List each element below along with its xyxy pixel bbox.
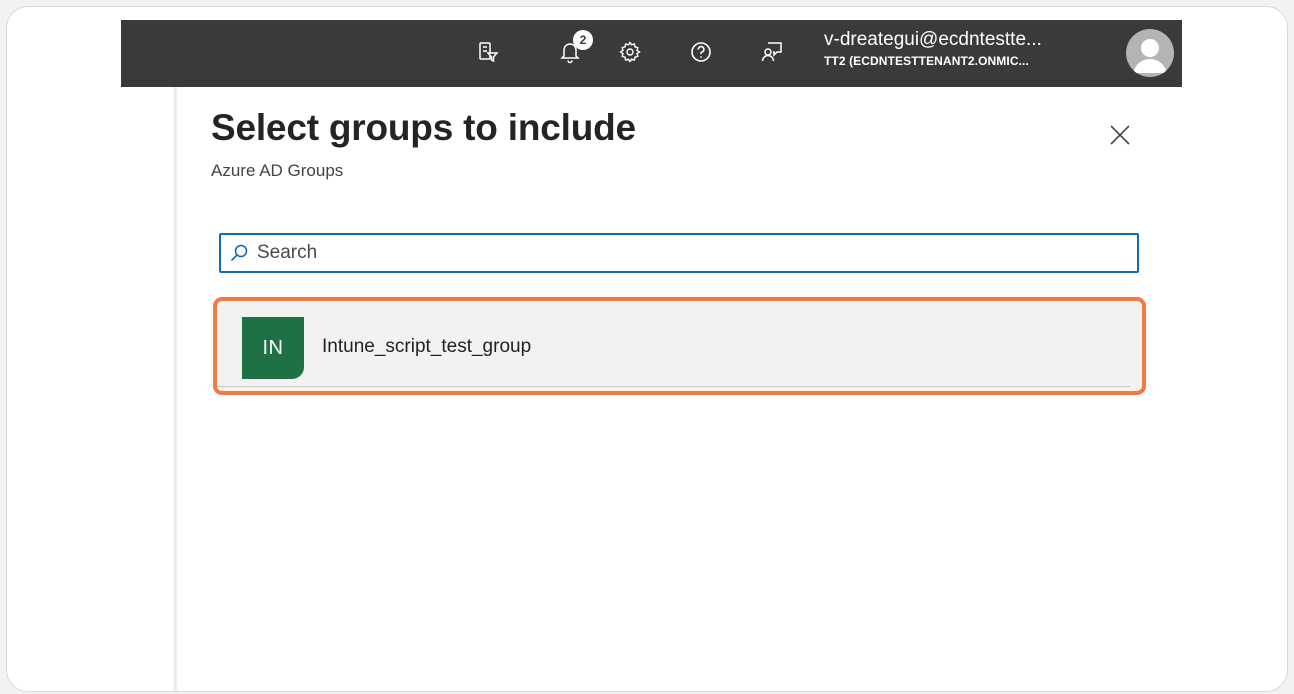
screenshot-frame: 2 v-dreategui@ecdntestte... TT2 (ECDNTES…	[6, 6, 1288, 692]
group-avatar: IN	[242, 317, 304, 379]
feedback-icon[interactable]	[758, 38, 786, 66]
search-box[interactable]	[219, 233, 1139, 273]
portal-top-bar: 2 v-dreategui@ecdntestte... TT2 (ECDNTES…	[121, 20, 1182, 87]
account-name: v-dreategui@ecdntestte...	[824, 29, 1042, 50]
close-button[interactable]	[1105, 120, 1135, 150]
user-avatar[interactable]	[1126, 29, 1174, 77]
notifications-icon[interactable]: 2	[556, 30, 593, 66]
list-item[interactable]: IN Intune_script_test_group	[217, 301, 1130, 387]
notification-count-badge: 2	[573, 30, 593, 50]
settings-gear-icon[interactable]	[616, 38, 644, 66]
account-menu[interactable]: v-dreategui@ecdntestte... TT2 (ECDNTESTT…	[824, 28, 1124, 70]
panel-left-edge	[174, 87, 178, 691]
portal-filter-icon[interactable]	[474, 38, 502, 66]
group-result-item[interactable]: IN Intune_script_test_group	[213, 297, 1146, 395]
search-icon	[229, 243, 253, 263]
close-icon	[1110, 125, 1130, 145]
panel-title: Select groups to include	[211, 107, 636, 148]
account-tenant: TT2 (ECDNTESTTENANT2.ONMIC...	[824, 54, 1029, 68]
help-icon[interactable]	[687, 38, 715, 66]
search-input[interactable]	[257, 242, 1117, 264]
group-name: Intune_script_test_group	[322, 336, 532, 357]
panel-subtitle: Azure AD Groups	[211, 161, 344, 180]
